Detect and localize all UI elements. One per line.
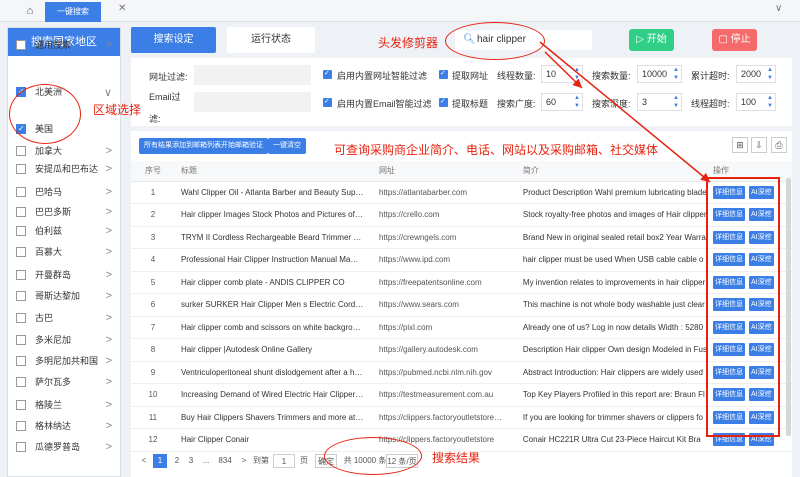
- arrow-line: [544, 51, 583, 89]
- arrow-line: [539, 41, 711, 183]
- annotation-arrows: [539, 41, 711, 183]
